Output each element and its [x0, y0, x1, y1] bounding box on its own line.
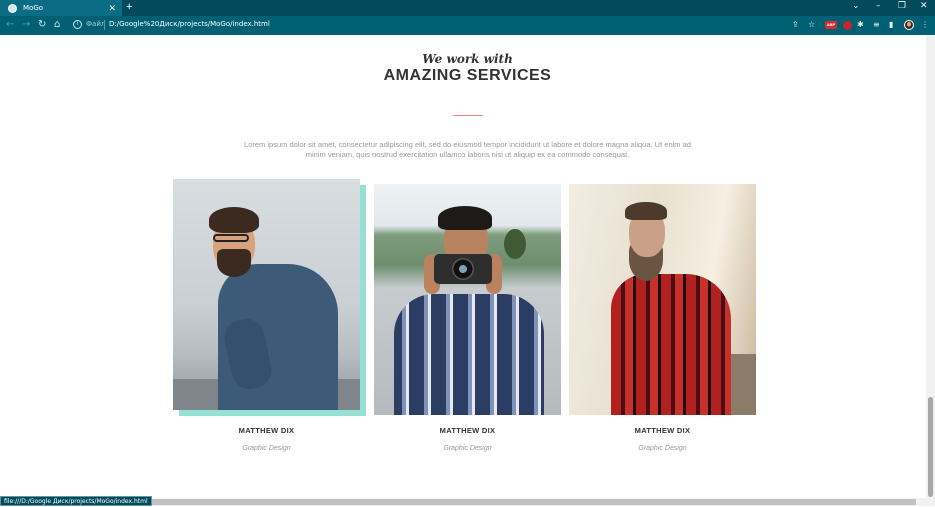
vertical-scrollbar[interactable] — [926, 35, 935, 498]
team-member-role: Graphic Design — [443, 445, 492, 452]
tab-search-icon[interactable]: ⌄ — [852, 1, 860, 11]
side-panel-icon[interactable]: ▮ — [889, 20, 893, 29]
back-button[interactable]: ← — [6, 19, 14, 30]
tab-mogo[interactable]: MoGo ✕ — [0, 0, 122, 16]
home-button[interactable]: ⌂ — [54, 19, 60, 30]
title-divider — [453, 115, 483, 116]
team-member-role: Graphic Design — [638, 445, 687, 452]
scheme-label: Файл — [86, 20, 106, 28]
team-member-role: Graphic Design — [242, 445, 291, 452]
team-member-name: MATTHEW DIX — [439, 426, 496, 435]
extensions-puzzle-icon[interactable]: ✱ — [857, 20, 864, 29]
reload-button[interactable]: ↻ — [38, 19, 46, 30]
url-field[interactable]: D:/Google%20Диск/projects/MoGo/index.htm… — [109, 20, 270, 28]
team-card[interactable]: MATTHEW DIX Graphic Design — [569, 184, 756, 474]
team-card[interactable]: MATTHEW DIX Graphic Design — [173, 179, 366, 469]
team-member-photo — [173, 179, 360, 410]
extension-shield-icon[interactable] — [843, 21, 852, 30]
team-member-photo — [374, 184, 561, 415]
tab-title: MoGo — [23, 4, 44, 12]
new-tab-button[interactable]: + — [126, 1, 132, 13]
page-viewport: We work with AMAZING SERVICES Lorem ipsu… — [0, 35, 926, 498]
team-member-name: MATTHEW DIX — [634, 426, 691, 435]
adblock-extension-icon[interactable]: ABP — [825, 21, 837, 29]
tab-close-icon[interactable]: ✕ — [108, 3, 116, 14]
minimize-button[interactable]: – — [876, 1, 881, 11]
section-title: AMAZING SERVICES — [383, 67, 552, 84]
vertical-scroll-thumb[interactable] — [928, 397, 933, 497]
address-bar: ← → ↻ ⌂ i Файл D:/Google%20Диск/projects… — [0, 16, 935, 35]
team-card[interactable]: MATTHEW DIX Graphic Design — [374, 184, 561, 474]
horizontal-scroll-thumb[interactable] — [136, 499, 916, 505]
team-member-name: MATTHEW DIX — [238, 426, 295, 435]
window-close-button[interactable]: ✕ — [920, 1, 928, 11]
bookmark-star-icon[interactable]: ☆ — [808, 20, 815, 29]
restore-button[interactable]: ❐ — [898, 1, 906, 11]
section-lead-text: Lorem ipsum dolor sit amet, consectetur … — [244, 140, 691, 159]
browser-menu-icon[interactable]: ⋮ — [921, 20, 929, 29]
tab-strip: MoGo ✕ + ⌄ – ❐ ✕ — [0, 0, 935, 16]
status-url-bubble: file:///D:/Google Диск/projects/MoGo/ind… — [0, 496, 152, 506]
globe-icon — [8, 3, 17, 13]
site-info-icon[interactable]: i — [73, 20, 82, 29]
reading-list-icon[interactable]: ≡ — [873, 20, 880, 29]
profile-avatar[interactable] — [904, 20, 914, 30]
share-icon[interactable]: ⇪ — [792, 20, 799, 29]
team-member-photo — [569, 184, 756, 415]
forward-button[interactable]: → — [22, 19, 30, 30]
section-subtitle: We work with — [422, 52, 513, 66]
address-separator — [104, 20, 105, 30]
